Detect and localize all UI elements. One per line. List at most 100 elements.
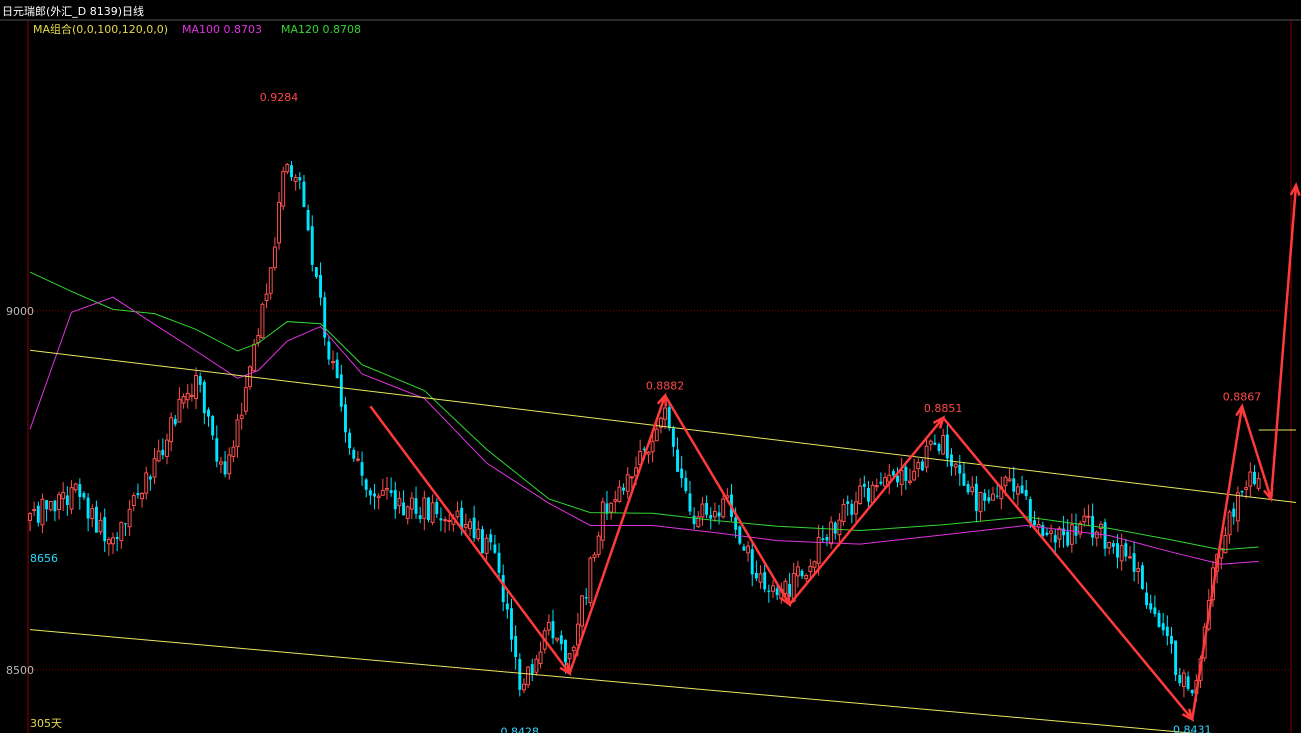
candle-body xyxy=(165,439,169,457)
candle-body xyxy=(90,508,95,520)
candle-body xyxy=(991,493,995,501)
candle-body xyxy=(298,177,302,181)
candle-body xyxy=(215,438,219,462)
candle-body xyxy=(181,396,186,404)
candle-body xyxy=(717,512,721,517)
candle-body xyxy=(821,538,825,540)
candle-body xyxy=(268,267,273,294)
candle-body xyxy=(750,549,754,575)
candle-body xyxy=(1232,508,1236,517)
candle-body xyxy=(235,419,240,447)
candle-body xyxy=(514,635,518,657)
candle-body xyxy=(891,471,895,476)
candle-body xyxy=(596,535,601,555)
candle-body xyxy=(783,580,788,594)
candle-body xyxy=(588,557,593,604)
candle-body xyxy=(962,473,966,486)
candle-body xyxy=(86,497,90,519)
candle-body xyxy=(239,414,244,419)
price-label-0-8428: 0.8428 xyxy=(501,726,540,733)
candle-body xyxy=(841,503,846,522)
candle-body xyxy=(1253,471,1256,485)
price-label-0-8851: 0.8851 xyxy=(924,402,963,415)
candle-body xyxy=(867,488,870,502)
window-title: 日元瑞郎(外汇_D 8139)日线 xyxy=(2,4,144,18)
candle-body xyxy=(518,658,522,690)
candle-body xyxy=(409,497,414,510)
candle-body xyxy=(189,394,194,397)
candle-body xyxy=(468,521,472,530)
candle-body xyxy=(958,464,962,474)
candle-body xyxy=(61,492,66,500)
candle-body xyxy=(36,505,40,523)
candle-body xyxy=(364,479,368,490)
candle-body xyxy=(285,163,290,173)
candle-body xyxy=(609,502,614,513)
ma100-legend: MA100 0.8703 xyxy=(182,23,262,36)
candle-body xyxy=(1181,672,1186,688)
candle-body xyxy=(1128,556,1132,559)
candle-body xyxy=(136,493,140,496)
candle-body xyxy=(319,275,323,298)
candle-body xyxy=(144,472,149,494)
candle-body xyxy=(260,303,265,339)
candle-body xyxy=(156,450,161,462)
candle-body xyxy=(629,476,634,479)
candle-body xyxy=(1003,476,1008,487)
candle-body xyxy=(738,526,742,544)
candle-body xyxy=(198,376,202,385)
candle-body xyxy=(185,392,190,401)
candle-body xyxy=(111,537,115,545)
candle-body xyxy=(1012,478,1016,492)
candle-body xyxy=(1244,487,1249,490)
candle-body xyxy=(928,440,933,445)
candle-body xyxy=(314,267,318,277)
candle-body xyxy=(327,341,331,360)
candle-body xyxy=(73,483,78,491)
candle-body xyxy=(663,407,668,420)
candle-body xyxy=(800,570,804,577)
candle-body xyxy=(124,523,127,525)
candle-body xyxy=(862,483,866,487)
candle-body xyxy=(941,435,946,455)
candle-body xyxy=(526,666,531,686)
candle-body xyxy=(775,588,779,596)
candle-body xyxy=(983,492,987,501)
price-label-0-8867: 0.8867 xyxy=(1223,390,1262,403)
candle-body xyxy=(243,387,248,412)
candle-body xyxy=(1066,531,1070,546)
candle-body xyxy=(1178,674,1182,684)
candle-body xyxy=(746,545,751,554)
candle-body xyxy=(402,502,406,516)
candle-body xyxy=(1091,516,1095,538)
candle-body xyxy=(202,381,206,414)
candle-body xyxy=(115,537,119,540)
candle-body xyxy=(667,407,671,429)
candle-body xyxy=(916,462,921,470)
y-tick-9000: 9000 xyxy=(6,305,34,318)
candle-body xyxy=(40,498,45,526)
candle-body xyxy=(883,477,888,487)
candle-body xyxy=(870,484,875,503)
candle-body xyxy=(754,572,758,579)
ma-combo-label: MA组合(0,0,100,120,0,0) xyxy=(33,22,168,36)
candle-body xyxy=(933,442,937,445)
candle-body xyxy=(571,646,576,652)
candle-body xyxy=(804,574,809,580)
candle-body xyxy=(131,495,136,507)
candle-body xyxy=(538,651,543,664)
candle-body xyxy=(57,494,62,511)
candle-body xyxy=(1007,478,1012,482)
candle-body xyxy=(103,517,107,542)
candle-body xyxy=(1190,689,1194,694)
candle-body xyxy=(546,621,551,631)
candle-body xyxy=(987,497,991,502)
candle-body xyxy=(414,498,418,514)
candle-body xyxy=(169,417,174,443)
candle-body xyxy=(767,590,771,592)
candle-body xyxy=(808,565,813,572)
candlestick-chart[interactable]: 日元瑞郎(外汇_D 8139)日线 MA组合(0,0,100,120,0,0) … xyxy=(0,0,1301,733)
candle-body xyxy=(484,537,489,554)
candle-body xyxy=(625,474,630,492)
candle-body xyxy=(1086,515,1091,518)
